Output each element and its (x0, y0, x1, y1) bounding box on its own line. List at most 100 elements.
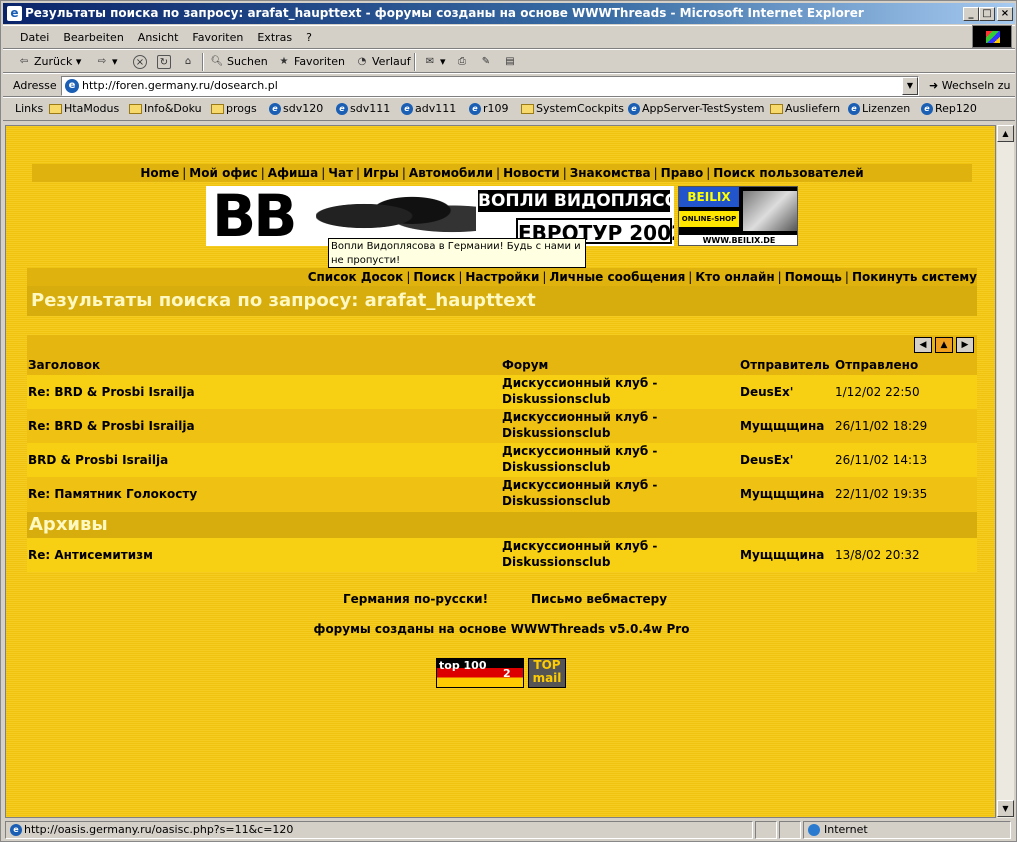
vv-banner-ad[interactable]: BB ВОПЛИ ВИДОПЛЯСОВА ЕВРОТУР 2002 (206, 186, 674, 246)
result-sender[interactable]: Мущщщина (740, 418, 824, 434)
link-ausliefern[interactable]: Ausliefern (770, 102, 840, 115)
menu-bearbeiten[interactable]: Bearbeiten (56, 26, 130, 44)
footer-links: Германия по-русски! Письмо вебмастеру (6, 590, 995, 608)
link-htamodus[interactable]: HtaModus (49, 102, 119, 115)
nav-help[interactable]: Помощь (785, 270, 842, 284)
folder-icon (521, 104, 534, 114)
status-zone: Internet (803, 821, 1011, 839)
status-panel (755, 821, 777, 839)
nav-private-messages[interactable]: Личные сообщения (549, 270, 685, 284)
stop-button[interactable]: × (131, 53, 150, 71)
address-input[interactable]: e http://foren.germany.ru/dosearch.pl ▼ (61, 76, 919, 96)
result-subject[interactable]: Re: BRD & Prosbi Israilja (28, 384, 195, 400)
menu-help[interactable]: ? (299, 26, 319, 44)
nav-games[interactable]: Игры (363, 166, 399, 180)
nav-search[interactable]: Поиск (413, 270, 455, 284)
page-content: Home | Мой офис | Афиша | Чат | Игры | Автомобили |… (5, 125, 996, 818)
top100-counter[interactable]: top 100 2 (436, 658, 524, 688)
nav-logout[interactable]: Покинуть систему (852, 270, 977, 284)
result-forum[interactable]: Дискуссионный клуб - Diskussionsclub (502, 443, 727, 475)
menu-ansicht[interactable]: Ansicht (131, 26, 186, 44)
vertical-scrollbar[interactable]: ▲ ▼ (996, 125, 1014, 818)
footer-germany-link[interactable]: Германия по-русски! (343, 590, 488, 608)
maximize-button[interactable]: □ (979, 7, 995, 21)
close-button[interactable]: × (997, 7, 1013, 21)
address-dropdown-button[interactable]: ▼ (902, 77, 918, 95)
table-row: Re: BRD & Prosbi Israilja Дискуссионный … (27, 375, 977, 409)
favorites-button[interactable]: ★ Favoriten (275, 53, 345, 71)
result-sender[interactable]: Мущщщина (740, 547, 824, 563)
result-subject[interactable]: Re: BRD & Prosbi Israilja (28, 418, 195, 434)
discuss-button[interactable]: ▤ (501, 53, 520, 71)
footer-webmaster-link[interactable]: Письмо вебмастеру (531, 590, 667, 608)
nav-board-list[interactable]: Список Досок (308, 270, 404, 284)
folder-icon (129, 104, 142, 114)
mail-button[interactable]: ✉ ▾ (421, 53, 446, 71)
nav-user-search[interactable]: Поиск пользователей (713, 166, 863, 180)
history-icon: ◔ (357, 56, 367, 67)
nav-my-office[interactable]: Мой офис (189, 166, 257, 180)
result-subject[interactable]: BRD & Prosbi Israilja (28, 452, 168, 468)
nav-home[interactable]: Home (140, 166, 179, 180)
edit-button[interactable]: ✎ (477, 53, 496, 71)
banner-tooltip: Вопли Видоплясова в Германии! Будь с нам… (328, 238, 586, 268)
print-button[interactable]: ⎙ (453, 53, 472, 71)
minimize-button[interactable]: _ (963, 7, 979, 21)
next-page-button[interactable]: ▶ (956, 337, 974, 353)
up-button[interactable]: ▲ (935, 337, 953, 353)
result-forum[interactable]: Дискуссионный клуб - Diskussionsclub (502, 477, 727, 509)
stop-icon: × (133, 55, 147, 69)
result-sender[interactable]: Мущщщина (740, 486, 824, 502)
home-button[interactable]: ⌂ (179, 53, 198, 71)
refresh-button[interactable]: ↻ (155, 53, 174, 71)
nav-afisha[interactable]: Афиша (268, 166, 318, 180)
scroll-up-button[interactable]: ▲ (997, 125, 1014, 142)
favorites-icon: ★ (279, 56, 289, 67)
result-forum[interactable]: Дискуссионный клуб - Diskussionsclub (502, 375, 727, 407)
nav-news[interactable]: Новости (503, 166, 560, 180)
result-forum[interactable]: Дискуссионный клуб - Diskussionsclub (502, 409, 727, 441)
nav-chat[interactable]: Чат (328, 166, 353, 180)
nav-settings[interactable]: Настройки (465, 270, 539, 284)
result-subject[interactable]: Re: Памятник Голокосту (28, 486, 197, 502)
mail-icon: ✉ (425, 56, 435, 67)
go-button[interactable]: ➜ Wechseln zu (929, 79, 1011, 92)
scroll-down-button[interactable]: ▼ (997, 800, 1014, 817)
link-sdv111[interactable]: e sdv111 (336, 102, 390, 115)
nav-cars[interactable]: Автомобили (409, 166, 493, 180)
beilix-banner-ad[interactable]: BEILIX ONLINE-SHOP WWW.BEILIX.DE (678, 186, 798, 246)
ie-page-icon: e (336, 103, 348, 115)
nav-who-online[interactable]: Кто онлайн (695, 270, 774, 284)
history-button[interactable]: ◔ Verlauf (353, 53, 411, 71)
back-button[interactable]: ⇦ Zurück ▾ (15, 53, 82, 71)
nav-dating[interactable]: Знакомства (570, 166, 651, 180)
result-subject[interactable]: Re: Антисемитизм (28, 547, 153, 563)
link-rep120[interactable]: e Rep120 (921, 102, 977, 115)
banner-band-photo (316, 188, 476, 244)
nav-law[interactable]: Право (661, 166, 704, 180)
link-info-doku[interactable]: Info&Doku (129, 102, 202, 115)
result-sender[interactable]: DeusEx' (740, 452, 793, 468)
link-adv111[interactable]: e adv111 (401, 102, 456, 115)
home-icon: ⌂ (184, 56, 192, 67)
forward-button[interactable]: ⇨ ▾ (93, 53, 118, 71)
link-systemcockpits[interactable]: SystemCockpits (521, 102, 624, 115)
result-date: 1/12/02 22:50 (835, 385, 920, 399)
ie-page-icon: e (401, 103, 413, 115)
link-lizenzen[interactable]: e Lizenzen (848, 102, 910, 115)
link-appserver-testsystem[interactable]: e AppServer-TestSystem (628, 102, 765, 115)
link-r109[interactable]: e r109 (469, 102, 509, 115)
topmail-counter[interactable]: TOP mail (528, 658, 566, 688)
link-progs[interactable]: progs (211, 102, 257, 115)
menu-extras[interactable]: Extras (250, 26, 299, 44)
menu-datei[interactable]: Datei (13, 26, 56, 44)
ie-page-icon: e (628, 103, 640, 115)
menu-favoriten[interactable]: Favoriten (185, 26, 250, 44)
previous-page-button[interactable]: ◀ (914, 337, 932, 353)
result-forum[interactable]: Дискуссионный клуб - Diskussionsclub (502, 538, 727, 570)
result-sender[interactable]: DeusEx' (740, 384, 793, 400)
table-row: BRD & Prosbi Israilja Дискуссионный клуб… (27, 443, 977, 477)
browser-window: e Результаты поиска по запросу: arafat_h… (0, 0, 1017, 842)
link-sdv120[interactable]: e sdv120 (269, 102, 323, 115)
search-button[interactable]: 🔍︎ Suchen (208, 53, 268, 71)
